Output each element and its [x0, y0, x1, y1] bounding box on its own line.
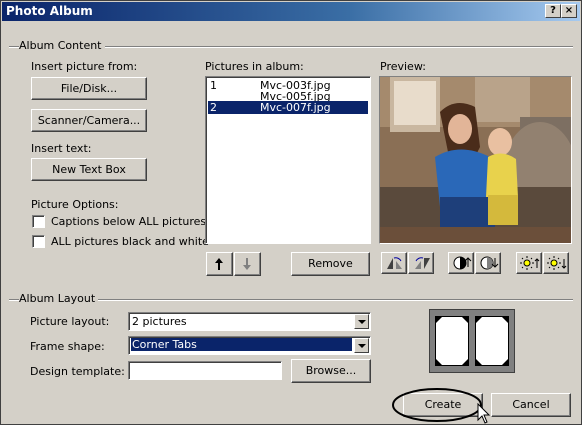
arrow-down-icon — [243, 258, 251, 270]
insert-text-label: Insert text: — [31, 142, 92, 155]
window-title: Photo Album — [6, 4, 93, 18]
move-down-button[interactable] — [234, 252, 261, 276]
picture-filename: Mvc-007f.jpg — [260, 101, 331, 114]
layout-preview-frame-1 — [435, 316, 469, 366]
pictures-list[interactable]: 1 Mvc-003f.jpg Mvc-005f.jpg 2 Mvc-007f.jpg — [205, 76, 371, 244]
mouse-pointer-icon — [477, 403, 491, 424]
cancel-button[interactable]: Cancel — [491, 393, 571, 417]
album-layout-heading: Album Layout — [19, 292, 99, 305]
arrow-up-icon — [215, 258, 223, 270]
layout-preview-frame-2 — [475, 316, 509, 366]
rotate-right-icon — [415, 257, 430, 269]
help-button[interactable]: ? — [545, 4, 561, 18]
more-brightness-button[interactable] — [516, 252, 542, 274]
corner-tabs-icon — [435, 316, 469, 366]
cancel-button-label: Cancel — [512, 398, 550, 411]
black-white-checkbox-label: ALL pictures black and white — [51, 235, 209, 248]
preview-photo — [380, 77, 571, 243]
picture-list-item[interactable]: 2 Mvc-007f.jpg — [208, 101, 368, 114]
less-contrast-button[interactable] — [475, 252, 501, 274]
preview-label: Preview: — [380, 60, 426, 73]
pictures-in-album-label: Pictures in album: — [205, 60, 304, 73]
picture-layout-dropdown-icon[interactable] — [354, 314, 369, 329]
move-up-button[interactable] — [206, 252, 233, 276]
picture-options-label: Picture Options: — [31, 198, 119, 211]
less-brightness-button[interactable] — [543, 252, 569, 274]
picture-layout-value: 2 pictures — [132, 315, 187, 328]
brightness-down-icon — [547, 256, 567, 270]
browse-button[interactable]: Browse... — [291, 359, 371, 383]
brightness-up-icon — [520, 256, 540, 270]
browse-button-label: Browse... — [305, 364, 357, 377]
rotate-left-icon — [387, 257, 402, 269]
remove-button-label: Remove — [308, 257, 353, 270]
highlight-ellipse — [392, 388, 482, 422]
captions-checkbox-label: Captions below ALL pictures — [51, 215, 207, 228]
new-text-box-button[interactable]: New Text Box — [31, 158, 147, 181]
picture-number: 2 — [210, 101, 217, 114]
album-content-heading: Album Content — [19, 39, 105, 52]
new-text-box-button-label: New Text Box — [52, 163, 126, 176]
scanner-camera-button-label: Scanner/Camera... — [37, 114, 141, 127]
design-template-field[interactable] — [128, 361, 282, 380]
scanner-camera-button[interactable]: Scanner/Camera... — [31, 109, 147, 132]
layout-preview — [429, 309, 515, 373]
title-bar[interactable]: Photo Album ? × — [2, 2, 580, 21]
picture-layout-label: Picture layout: — [30, 315, 110, 328]
more-contrast-button[interactable] — [448, 252, 474, 274]
design-template-label: Design template: — [30, 365, 125, 378]
file-disk-button[interactable]: File/Disk... — [31, 77, 147, 100]
contrast-down-icon — [480, 256, 499, 270]
remove-button[interactable]: Remove — [291, 252, 370, 276]
frame-shape-value: Corner Tabs — [131, 338, 352, 351]
frame-shape-label: Frame shape: — [30, 340, 105, 353]
rotate-right-button[interactable] — [408, 252, 434, 274]
corner-tabs-icon — [475, 316, 509, 366]
file-disk-button-label: File/Disk... — [60, 82, 118, 95]
preview-image — [379, 76, 572, 244]
photo-album-dialog: Photo Album ? × Album Content Insert pic… — [0, 0, 582, 425]
rotate-left-button[interactable] — [381, 252, 407, 274]
contrast-up-icon — [453, 256, 472, 270]
close-button[interactable]: × — [561, 4, 577, 18]
insert-picture-label: Insert picture from: — [31, 60, 138, 73]
frame-shape-select[interactable]: Corner Tabs — [128, 336, 371, 355]
captions-checkbox[interactable] — [32, 215, 45, 228]
frame-shape-dropdown-icon[interactable] — [354, 338, 369, 353]
black-white-checkbox[interactable] — [32, 235, 45, 248]
picture-layout-select[interactable]: 2 pictures — [128, 312, 371, 331]
